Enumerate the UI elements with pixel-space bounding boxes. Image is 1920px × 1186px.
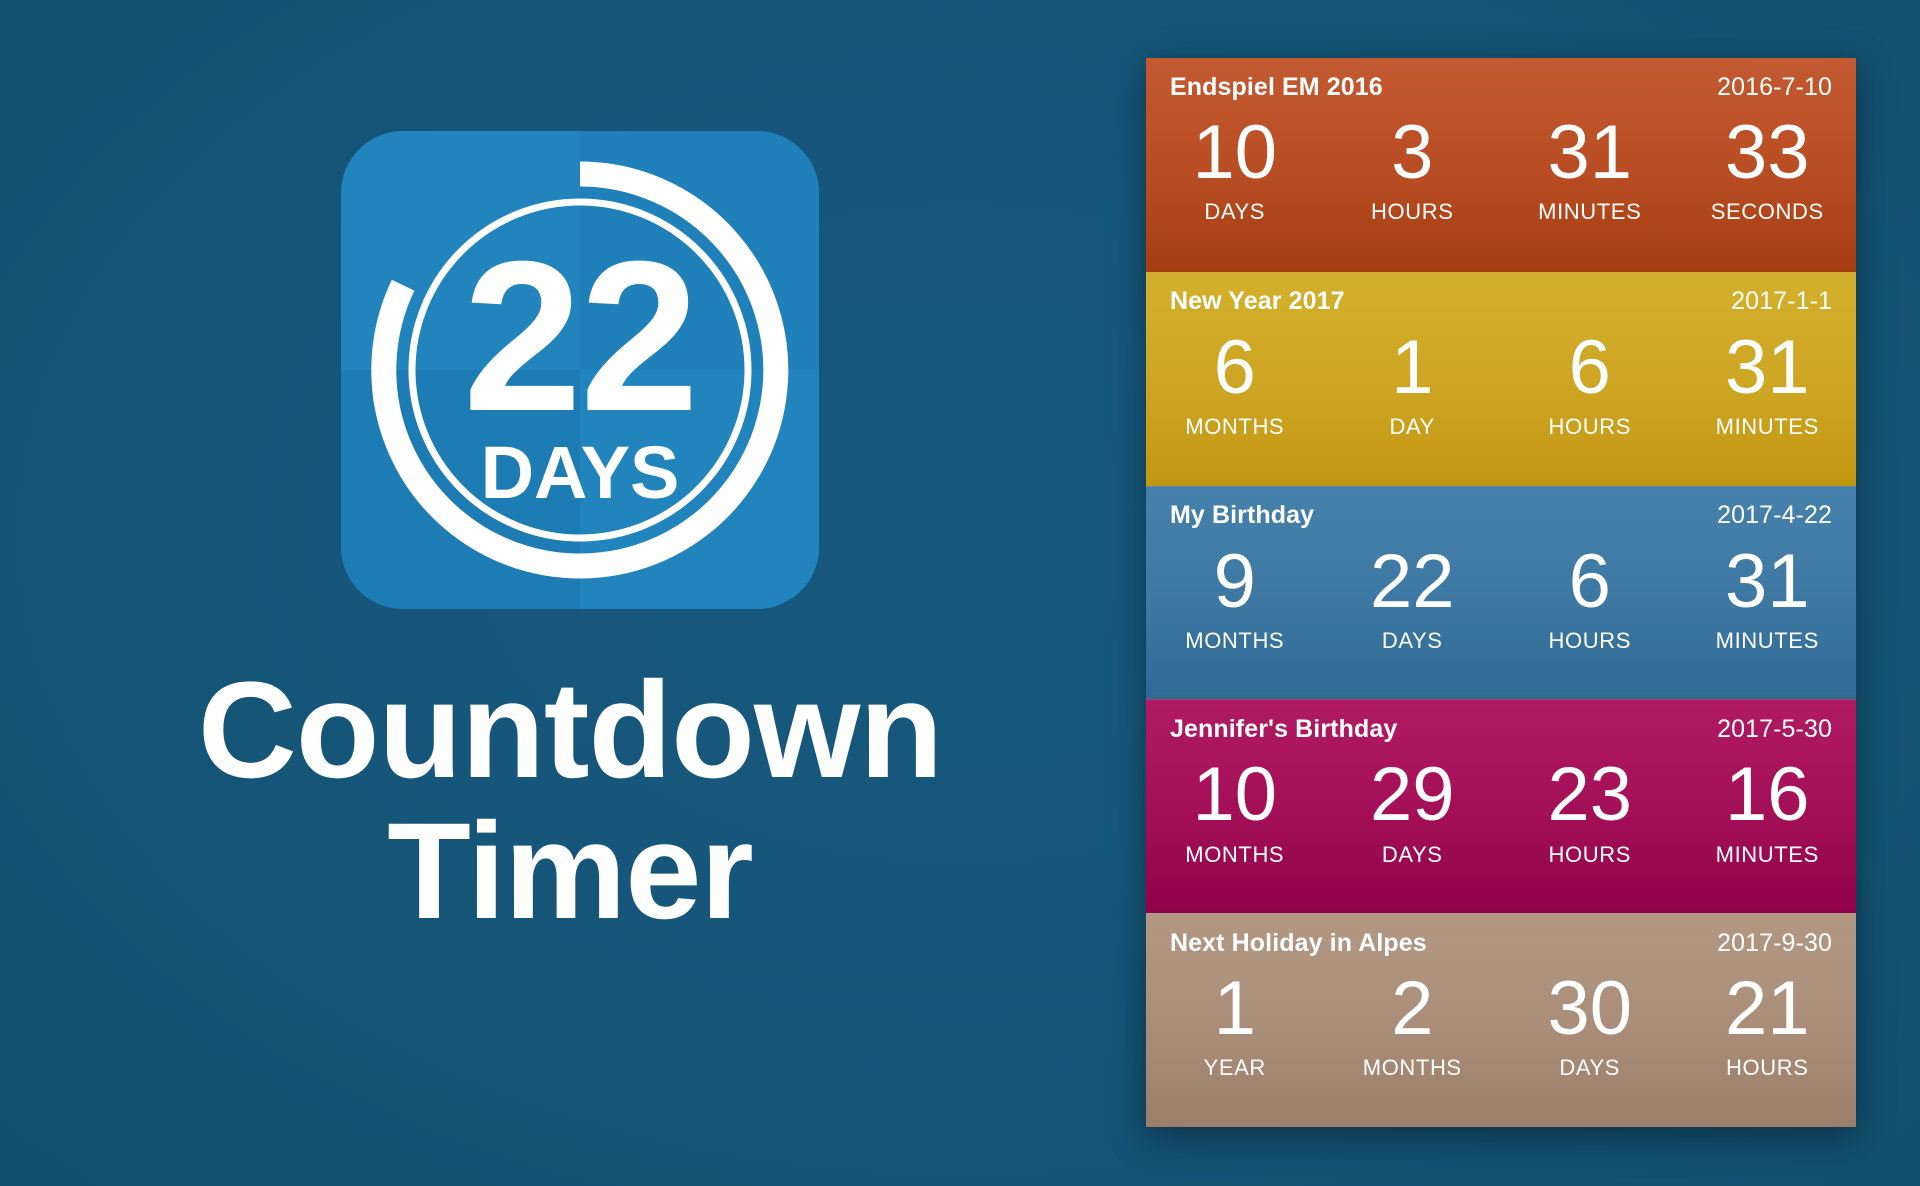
countdown-units: 10 MONTHS 29 DAYS 23 HOURS 16 MINUTES xyxy=(1146,752,1856,905)
page-title-line-2: Timer xyxy=(387,795,754,949)
countdown-row[interactable]: Next Holiday in Alpes 2017-9-30 1 YEAR 2… xyxy=(1146,913,1856,1127)
countdown-units: 6 MONTHS 1 DAY 6 HOURS 31 MINUTES xyxy=(1146,325,1856,478)
unit-label: MONTHS xyxy=(1185,627,1285,653)
countdown-row-header: My Birthday 2017-4-22 xyxy=(1146,499,1856,533)
countdown-row-header: Next Holiday in Alpes 2017-9-30 xyxy=(1146,926,1856,960)
unit-label: DAYS xyxy=(1381,841,1443,867)
unit-cell: 10 DAYS xyxy=(1146,110,1324,264)
unit-label: SECONDS xyxy=(1710,199,1824,225)
unit-cell: 31 MINUTES xyxy=(1679,539,1857,692)
countdown-row-header: Endspiel EM 2016 2016-7-10 xyxy=(1146,70,1856,104)
unit-value: 3 xyxy=(1391,110,1434,195)
unit-value: 30 xyxy=(1547,966,1633,1052)
unit-label: MINUTES xyxy=(1715,841,1819,867)
event-name: New Year 2017 xyxy=(1170,287,1345,316)
countdown-row-header: Jennifer's Birthday 2017-5-30 xyxy=(1146,712,1856,746)
app-icon[interactable]: 22 DAYS xyxy=(341,131,819,609)
countdown-ring-icon xyxy=(371,161,789,579)
page-title-line-1: Countdown xyxy=(197,654,943,807)
unit-label: HOURS xyxy=(1548,413,1631,439)
countdown-units: 10 DAYS 3 HOURS 31 MINUTES 33 SECONDS xyxy=(1146,110,1856,264)
unit-label: YEAR xyxy=(1203,1055,1266,1081)
unit-value: 21 xyxy=(1724,966,1810,1052)
unit-value: 31 xyxy=(1724,538,1810,624)
event-date: 2017-4-22 xyxy=(1717,501,1832,530)
page-title: Countdown Timer xyxy=(0,660,1140,942)
unit-label: MONTHS xyxy=(1185,413,1285,439)
event-date: 2017-5-30 xyxy=(1717,714,1832,743)
unit-cell: 10 MONTHS xyxy=(1146,752,1324,905)
unit-value: 6 xyxy=(1568,538,1611,624)
unit-cell: 3 HOURS xyxy=(1324,110,1502,264)
unit-cell: 33 SECONDS xyxy=(1679,110,1857,264)
unit-value: 10 xyxy=(1192,110,1278,195)
countdown-row[interactable]: Endspiel EM 2016 2016-7-10 10 DAYS 3 HOU… xyxy=(1146,58,1856,272)
unit-label: DAYS xyxy=(1559,1055,1621,1081)
unit-label: HOURS xyxy=(1371,199,1454,225)
unit-label: DAYS xyxy=(1381,627,1443,653)
unit-cell: 2 MONTHS xyxy=(1324,966,1502,1119)
event-date: 2017-9-30 xyxy=(1717,928,1832,957)
unit-cell: 6 HOURS xyxy=(1501,325,1679,478)
unit-cell: 6 HOURS xyxy=(1501,539,1679,692)
unit-value: 10 xyxy=(1192,752,1278,838)
page-background: 22 DAYS Countdown Timer Endspiel EM 2016… xyxy=(0,0,1920,1186)
unit-value: 6 xyxy=(1213,324,1256,410)
unit-cell: 23 HOURS xyxy=(1501,752,1679,905)
unit-cell: 1 DAY xyxy=(1324,325,1502,478)
event-name: Next Holiday in Alpes xyxy=(1170,928,1427,957)
unit-label: DAYS xyxy=(1204,199,1266,225)
unit-value: 22 xyxy=(1369,538,1455,624)
unit-label: MINUTES xyxy=(1715,627,1819,653)
countdown-row[interactable]: New Year 2017 2017-1-1 6 MONTHS 1 DAY 6 … xyxy=(1146,271,1856,486)
unit-value: 33 xyxy=(1724,110,1810,195)
unit-cell: 31 MINUTES xyxy=(1501,110,1679,264)
unit-cell: 9 MONTHS xyxy=(1146,539,1324,692)
unit-value: 16 xyxy=(1724,752,1810,838)
unit-label: MINUTES xyxy=(1538,199,1642,225)
unit-cell: 6 MONTHS xyxy=(1146,325,1324,478)
unit-value: 1 xyxy=(1213,966,1256,1052)
unit-cell: 31 MINUTES xyxy=(1679,325,1857,478)
unit-label: HOURS xyxy=(1726,1055,1809,1081)
event-name: Jennifer's Birthday xyxy=(1170,714,1398,743)
unit-value: 31 xyxy=(1547,110,1633,195)
unit-value: 2 xyxy=(1391,966,1434,1052)
unit-label: MINUTES xyxy=(1715,413,1819,439)
unit-value: 9 xyxy=(1213,538,1256,624)
unit-cell: 30 DAYS xyxy=(1501,966,1679,1119)
event-name: My Birthday xyxy=(1170,501,1315,530)
event-date: 2017-1-1 xyxy=(1731,287,1832,316)
unit-value: 6 xyxy=(1568,324,1611,410)
countdown-list-panel[interactable]: Endspiel EM 2016 2016-7-10 10 DAYS 3 HOU… xyxy=(1146,58,1856,1127)
unit-cell: 1 YEAR xyxy=(1146,966,1324,1119)
unit-label: MONTHS xyxy=(1362,1055,1462,1081)
promo-section: 22 DAYS Countdown Timer xyxy=(0,0,1140,1186)
event-date: 2016-7-10 xyxy=(1717,72,1832,101)
countdown-row[interactable]: Jennifer's Birthday 2017-5-30 10 MONTHS … xyxy=(1146,699,1856,914)
unit-label: HOURS xyxy=(1548,841,1631,867)
unit-cell: 16 MINUTES xyxy=(1679,752,1857,905)
unit-value: 29 xyxy=(1369,752,1455,838)
unit-value: 31 xyxy=(1724,324,1810,410)
countdown-row[interactable]: My Birthday 2017-4-22 9 MONTHS 22 DAYS 6… xyxy=(1146,485,1856,700)
countdown-row-header: New Year 2017 2017-1-1 xyxy=(1146,285,1856,319)
unit-value: 23 xyxy=(1547,752,1633,838)
unit-label: HOURS xyxy=(1548,627,1631,653)
unit-cell: 22 DAYS xyxy=(1324,539,1502,692)
countdown-units: 1 YEAR 2 MONTHS 30 DAYS 21 HOURS xyxy=(1146,966,1856,1119)
countdown-units: 9 MONTHS 22 DAYS 6 HOURS 31 MINUTES xyxy=(1146,539,1856,692)
event-name: Endspiel EM 2016 xyxy=(1170,72,1383,101)
unit-label: DAY xyxy=(1389,413,1435,439)
unit-cell: 29 DAYS xyxy=(1324,752,1502,905)
unit-label: MONTHS xyxy=(1185,841,1285,867)
unit-cell: 21 HOURS xyxy=(1679,966,1857,1119)
unit-value: 1 xyxy=(1391,324,1434,410)
